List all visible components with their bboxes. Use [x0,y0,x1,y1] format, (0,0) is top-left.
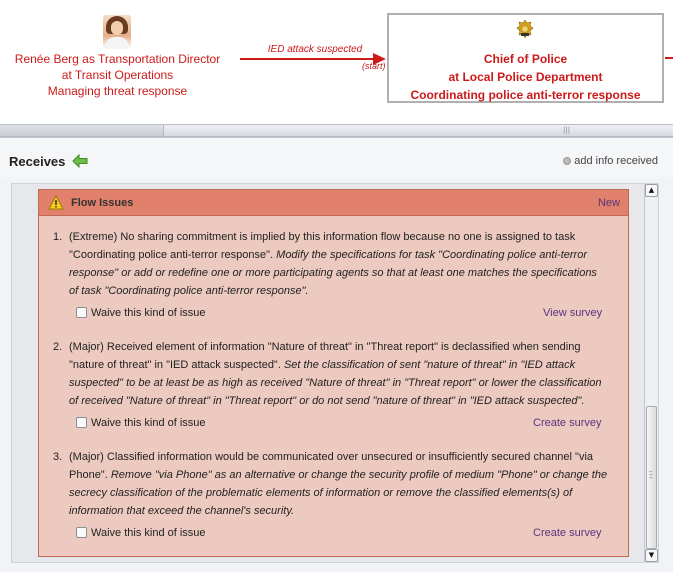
view-survey-link[interactable]: View survey [543,307,602,319]
issue-text: (Major) Received element of information … [69,338,609,410]
scroll-down-icon[interactable]: ▼ [645,549,658,562]
issue-text: (Extreme) No sharing commitment is impli… [69,228,609,300]
flow-issues-header: Flow Issues New [39,190,628,216]
waive-issue-checkbox[interactable]: Waive this kind of issue [76,307,206,319]
warning-icon [48,195,64,210]
flow-issues-box: Flow Issues New 1. (Extreme) No sharing … [38,189,629,557]
waive-label: Waive this kind of issue [91,527,206,539]
person-photo-icon[interactable] [103,15,131,49]
checkbox-icon[interactable] [76,307,87,318]
panel-content: Flow Issues New 1. (Extreme) No sharing … [11,183,659,563]
issue-remedy: Remove "via Phone" as an alternative or … [69,469,608,517]
splitter-grip-icon[interactable]: ||| [563,126,570,134]
waive-label: Waive this kind of issue [91,307,206,319]
target-node[interactable]: Chief of Police at Local Police Departme… [387,13,664,103]
flow-diagram: Renée Berg as Transportation Director at… [0,0,673,120]
issue-number: 3. [53,451,63,463]
add-info-received-link[interactable]: add info received [563,155,658,167]
issue-number: 1. [53,231,63,243]
outgoing-edge-line [665,57,673,59]
pane-splitter[interactable]: ||| [0,124,673,137]
flow-edge-line[interactable] [240,58,375,60]
new-issue-link[interactable]: New [598,197,620,209]
splitter-segment[interactable] [163,125,673,136]
target-role: Chief of Police [483,52,568,66]
panel-title: Receives [9,154,66,169]
source-organization: at Transit Operations [61,68,174,82]
scroll-thumb[interactable]: ─ ─ ─ [646,406,657,549]
vertical-scrollbar[interactable]: ▲ ─ ─ ─ ▼ [644,184,658,562]
flow-edge-label[interactable]: IED attack suspected [240,44,390,55]
target-organization: at Local Police Department [448,70,603,84]
create-survey-link[interactable]: Create survey [533,527,601,539]
panel-header: Receives add info received [0,138,673,178]
scroll-up-icon[interactable]: ▲ [645,184,658,197]
create-survey-link[interactable]: Create survey [533,417,601,429]
issue-number: 2. [53,341,63,353]
checkbox-icon[interactable] [76,417,87,428]
issue-text: (Major) Classified information would be … [69,448,609,520]
source-task: Managing threat response [47,84,188,98]
checkbox-icon[interactable] [76,527,87,538]
source-node-label[interactable]: Renée Berg as Transportation Director at… [0,51,235,99]
police-badge-icon [516,20,534,38]
target-task: Coordinating police anti-terror response [410,88,641,102]
add-icon [563,157,572,165]
waive-issue-checkbox[interactable]: Waive this kind of issue [76,527,206,539]
green-back-arrow-icon[interactable] [72,154,88,168]
waive-issue-checkbox[interactable]: Waive this kind of issue [76,417,206,429]
flow-issues-title: Flow Issues [71,197,134,209]
source-role: Renée Berg as Transportation Director [14,52,221,66]
flow-edge-start-label: (start) [362,61,386,71]
waive-label: Waive this kind of issue [91,417,206,429]
receives-panel: Receives add info received Flow Issues N… [0,137,673,572]
add-info-label: add info received [574,155,658,167]
